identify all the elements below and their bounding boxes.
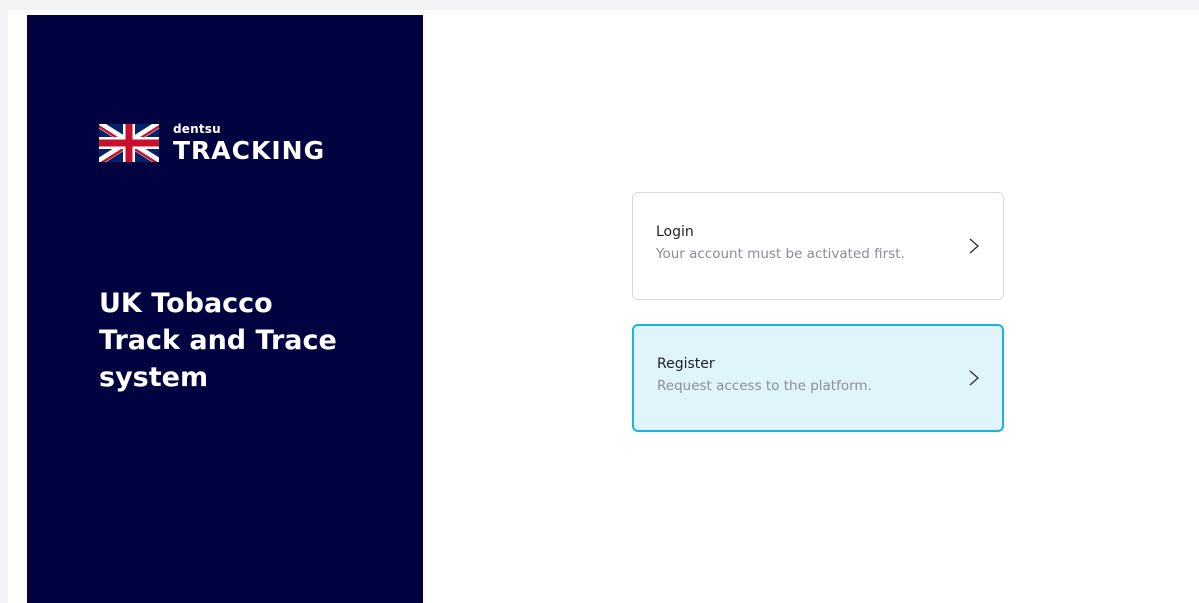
login-subtitle: Your account must be activated first. (656, 246, 905, 262)
chevron-right-icon (969, 370, 979, 386)
login-card-button[interactable]: Login Your account must be activated fir… (632, 192, 1004, 300)
union-jack-flag-icon (99, 124, 159, 162)
top-strip (0, 0, 1199, 10)
logo-brand: dentsu (173, 122, 221, 136)
register-title: Register (657, 356, 715, 372)
page: dentsu TRACKING UK Tobacco Track and Tra… (0, 0, 1199, 603)
chevron-right-icon (969, 238, 979, 254)
register-subtitle: Request access to the platform. (657, 378, 872, 394)
logo-text: dentsu TRACKING (173, 123, 325, 163)
register-card-button[interactable]: Register Request access to the platform. (632, 324, 1004, 432)
left-gutter (0, 0, 8, 603)
brand-logo: dentsu TRACKING (99, 123, 325, 163)
brand-sidebar: dentsu TRACKING UK Tobacco Track and Tra… (27, 15, 423, 603)
login-title: Login (656, 224, 694, 240)
logo-product: TRACKING (173, 136, 326, 165)
system-headline: UK Tobacco Track and Trace system (99, 288, 337, 393)
